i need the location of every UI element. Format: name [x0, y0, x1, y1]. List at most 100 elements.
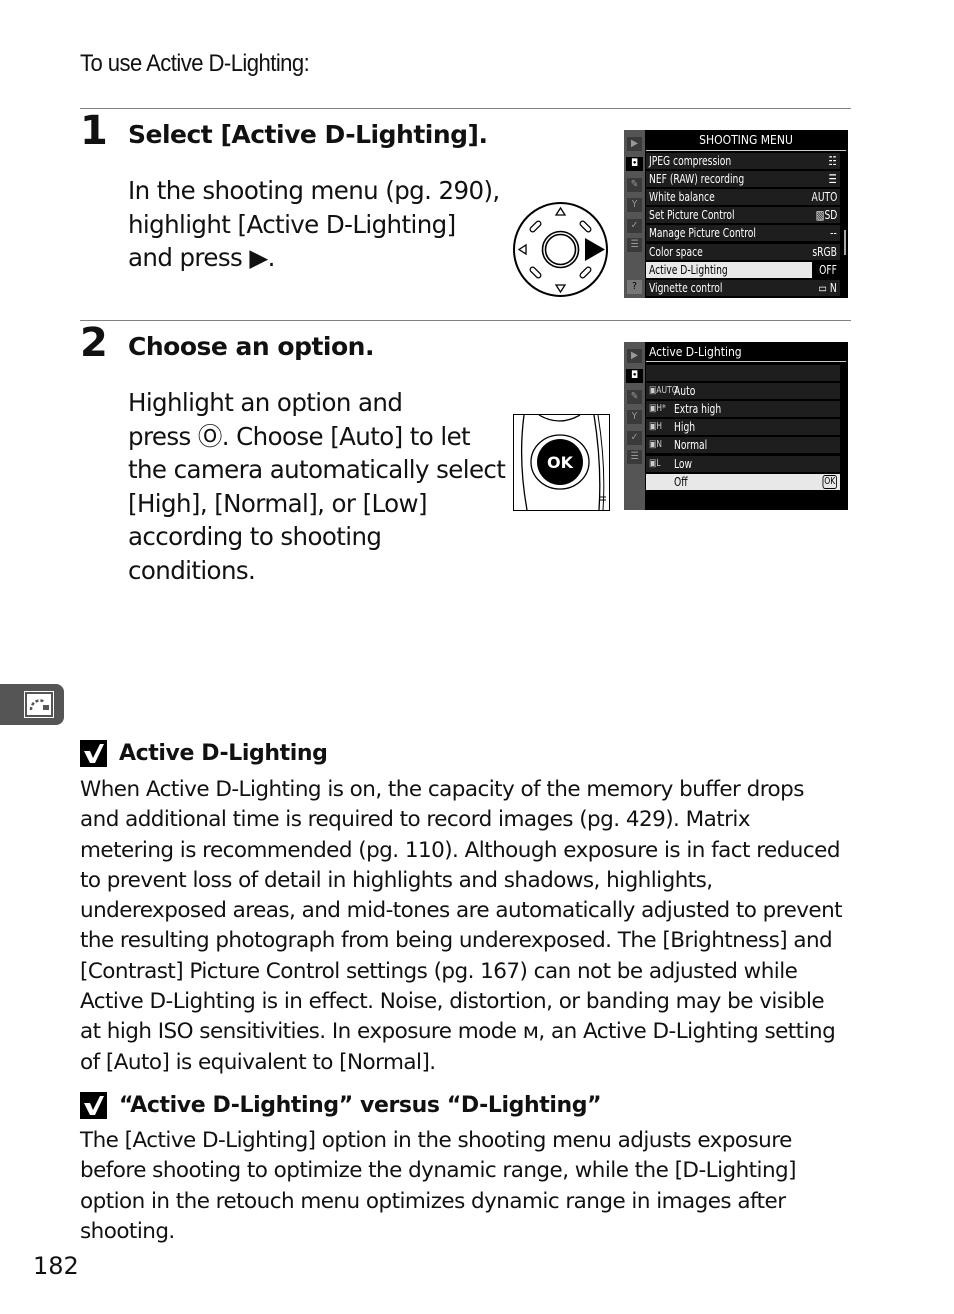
- body-line: according to shooting: [128, 522, 382, 551]
- section-tab[interactable]: [0, 684, 64, 725]
- shooting-menu-tab-icon: [24, 691, 54, 718]
- note-line: Active D-Lighting is in effect. Noise, d…: [80, 989, 825, 1015]
- note-line: at high ISO sensitivities. In exposure m…: [80, 1019, 836, 1045]
- active-d-lighting-screen: ▶ ◘ ✎ Y ✓ ☰ Active D-Lighting ▣AUTO Auto …: [624, 342, 848, 510]
- wrench-icon: Y: [627, 410, 642, 424]
- item-label: Vignette control: [649, 281, 723, 295]
- body-line: and press ▶.: [128, 243, 275, 272]
- note-line: The [Active D-Lighting] option in the sh…: [80, 1128, 792, 1153]
- item-value: ▭ N: [818, 281, 837, 295]
- note-line: to prevent loss of detail in highlights …: [80, 867, 713, 893]
- note-line: [Contrast] Picture Control settings (pg.…: [80, 958, 798, 984]
- scrollbar[interactable]: [844, 230, 846, 255]
- item-value: AUTO: [811, 190, 837, 204]
- option-label: Normal: [674, 438, 708, 452]
- body-line: highlight [Active D-Lighting]: [128, 209, 456, 239]
- menu-sidebar: ▶ ◘ ✎ Y ✓ ☰ ?: [624, 130, 645, 298]
- step-title: Choose an option.: [128, 332, 374, 361]
- note-line: When Active D-Lighting is on, the capaci…: [80, 777, 804, 802]
- page-number: 182: [33, 1252, 79, 1280]
- note-body: The [Active D-Lighting] option in the sh…: [80, 1126, 855, 1247]
- menu-item[interactable]: Set Picture Control ▨SD: [646, 207, 840, 223]
- menu-title: Active D-Lighting: [646, 342, 846, 362]
- help-icon: ?: [627, 280, 642, 294]
- pencil-icon: ✎: [627, 390, 642, 404]
- menu-item[interactable]: Manage Picture Control --: [646, 225, 840, 241]
- note-heading: Active D-Lighting: [80, 740, 328, 767]
- menu-item[interactable]: Vignette control ▭ N: [646, 280, 840, 296]
- adl-icon: ▣L: [649, 458, 661, 469]
- note-line: the resulting photograph from being unde…: [80, 928, 833, 954]
- note-line: and additional time is required to recor…: [80, 807, 751, 833]
- divider: [80, 108, 851, 109]
- step-body: In the shooting menu (pg. 290), highligh…: [128, 174, 500, 275]
- adl-option[interactable]: ▣L Low: [646, 456, 840, 472]
- step-number: 2: [80, 320, 108, 366]
- note-line: of [Auto] is equivalent to [Normal].: [80, 1049, 436, 1075]
- adl-option[interactable]: ▣H High: [646, 419, 840, 435]
- note-line: underexposed areas, and mid-tones are au…: [80, 898, 843, 924]
- item-value: ☷: [828, 154, 837, 168]
- body-line: Highlight an option and: [128, 388, 403, 417]
- menu-item[interactable]: JPEG compression ☷: [646, 153, 840, 169]
- item-label: Set Picture Control: [649, 208, 735, 222]
- item-value: sRGB: [812, 245, 837, 259]
- note-title: “Active D-Lighting” versus “D-Lighting”: [119, 1093, 602, 1118]
- menu-sidebar: ▶ ◘ ✎ Y ✓ ☰: [624, 342, 645, 510]
- blank-row: [646, 365, 840, 381]
- shooting-menu-screen: ▶ ◘ ✎ Y ✓ ☰ ? SHOOTING MENU JPEG compres…: [624, 130, 848, 298]
- note-title: Active D-Lighting: [119, 741, 328, 766]
- item-label: Active D-Lighting: [649, 263, 728, 277]
- my-menu-icon: ☰: [627, 450, 642, 464]
- step-body: Highlight an option and press Ⓞ. Choose …: [128, 386, 506, 587]
- adl-option[interactable]: ▣N Normal: [646, 437, 840, 453]
- my-menu-icon: ☰: [627, 238, 642, 252]
- body-line: [High], [Normal], or [Low]: [128, 488, 428, 518]
- adl-option[interactable]: ▣AUTO Auto: [646, 383, 840, 399]
- body-line: In the shooting menu (pg. 290),: [128, 176, 500, 205]
- adl-option[interactable]: ▣H* Extra high: [646, 401, 840, 417]
- note-body: When Active D-Lighting is on, the capaci…: [80, 775, 855, 1078]
- check-icon: [80, 1092, 107, 1119]
- item-label: NEF (RAW) recording: [649, 172, 745, 186]
- intro-text: To use Active D-Lighting:: [80, 50, 310, 77]
- menu-item-selected[interactable]: Active D-Lighting OFF: [646, 262, 840, 278]
- item-value: ☰: [828, 172, 837, 186]
- menu-item[interactable]: White balance AUTO: [646, 189, 840, 205]
- wrench-icon: Y: [627, 198, 642, 212]
- multi-selector-icon: [513, 202, 608, 297]
- body-line: the camera automatically select: [128, 455, 506, 484]
- ok-button-illustration: OK: [513, 414, 610, 511]
- step-number: 1: [80, 108, 108, 154]
- option-label: Low: [674, 457, 693, 471]
- pencil-icon: ✎: [627, 178, 642, 192]
- item-label: White balance: [649, 190, 715, 204]
- body-line: press Ⓞ. Choose [Auto] to let: [128, 421, 471, 451]
- camera-back-icon: OK: [520, 415, 606, 510]
- menu-item[interactable]: Color space sRGB: [646, 244, 840, 260]
- adl-option-selected[interactable]: Off OK: [646, 474, 840, 490]
- retouch-icon: ✓: [627, 219, 642, 233]
- option-label: Auto: [674, 384, 696, 398]
- adl-icon: ▣H: [649, 421, 662, 432]
- playback-icon: ▶: [627, 137, 642, 151]
- option-label: Off: [674, 475, 688, 489]
- item-value: OFF: [819, 263, 837, 277]
- note-line: before shooting to optimize the dynamic …: [80, 1158, 797, 1184]
- item-label: JPEG compression: [649, 154, 732, 168]
- playback-icon: ▶: [627, 349, 642, 363]
- body-line: conditions.: [128, 555, 256, 585]
- camera-icon: ◘: [626, 157, 643, 171]
- divider: [80, 320, 851, 321]
- multi-selector-illustration: [512, 201, 609, 302]
- check-icon: [80, 740, 107, 767]
- item-value: --: [830, 226, 837, 240]
- option-label: Extra high: [674, 402, 722, 416]
- note-line: metering is recommended (pg. 110). Altho…: [80, 837, 840, 863]
- option-label: High: [674, 420, 696, 434]
- menu-item[interactable]: NEF (RAW) recording ☰: [646, 171, 840, 187]
- adl-icon: ▣N: [649, 439, 662, 450]
- note-line: shooting.: [80, 1218, 175, 1244]
- step-title: Select [Active D-Lighting].: [128, 120, 488, 149]
- item-label: Manage Picture Control: [649, 226, 756, 240]
